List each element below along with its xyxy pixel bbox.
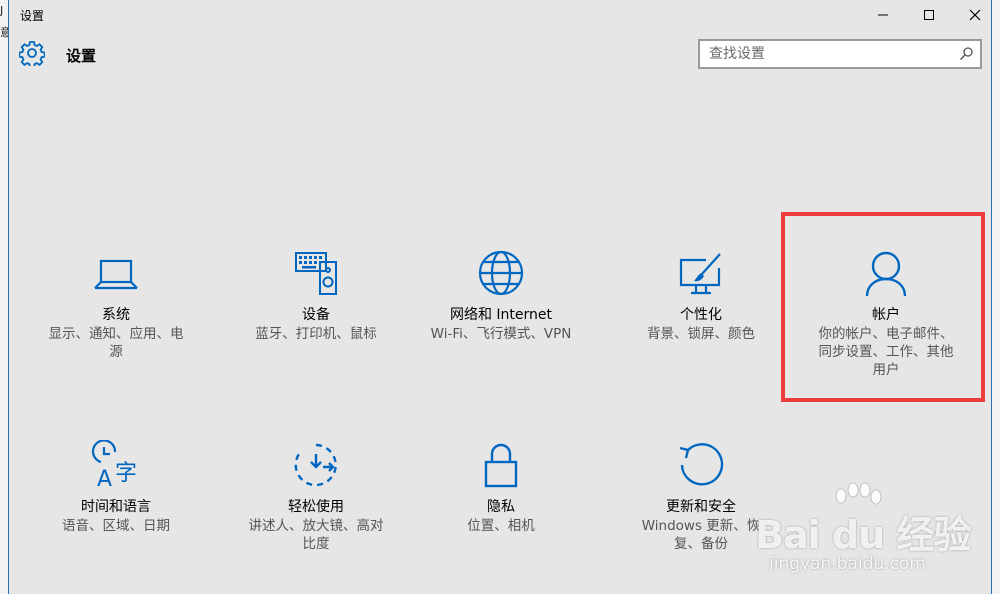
- tile-time-language[interactable]: A 字 时间和语言 语音、区域、日期: [21, 439, 211, 550]
- minimize-icon: [878, 14, 888, 16]
- tile-devices-name: 设备: [302, 307, 330, 323]
- tile-privacy-name: 隐私: [487, 499, 515, 515]
- lock-icon: [484, 443, 518, 488]
- tile-privacy-desc-1: 位置、相机: [467, 518, 535, 534]
- tile-ease-of-access-desc-1: 讲述人、放大镜、高对: [248, 518, 384, 534]
- close-icon: [969, 9, 981, 21]
- tile-devices-desc-1: 蓝牙、打印机、鼠标: [255, 326, 377, 342]
- tile-ease-of-access-name: 轻松使用: [288, 499, 344, 515]
- tile-network[interactable]: 网络和 Internet Wi-Fi、飞行模式、VPN: [406, 248, 596, 358]
- tile-system[interactable]: 系统 显示、通知、应用、电 源: [21, 248, 211, 378]
- tile-system-name: 系统: [102, 307, 130, 323]
- baidu-watermark: Bai du 经验 jingyan.baidu.com: [755, 482, 990, 582]
- watermark-brand: Bai du 经验: [755, 513, 971, 557]
- highlight-box: [781, 212, 985, 402]
- tile-system-desc-2: 源: [109, 344, 123, 360]
- search-box[interactable]: [698, 39, 982, 69]
- window-title: 设置: [20, 9, 45, 23]
- tile-ease-of-access[interactable]: 轻松使用 讲述人、放大镜、高对 比度: [221, 440, 411, 570]
- minimize-button[interactable]: [860, 0, 906, 30]
- tile-personalization-name: 个性化: [680, 307, 722, 323]
- refresh-icon: [679, 443, 724, 486]
- tile-personalization-desc-1: 背景、锁屏、颜色: [647, 326, 755, 342]
- page-title: 设置: [66, 47, 97, 65]
- tile-ease-of-access-desc-2: 比度: [302, 536, 330, 552]
- paintbrush-monitor-icon: [679, 253, 721, 295]
- gear-icon: [19, 41, 45, 66]
- keyboard-speaker-icon: [295, 252, 337, 295]
- svg-text:A: A: [97, 467, 112, 490]
- clock-language-icon: A 字: [91, 439, 137, 492]
- search-input[interactable]: [700, 41, 959, 67]
- tile-time-language-name: 时间和语言: [81, 499, 151, 515]
- tile-time-language-desc-1: 语音、区域、日期: [62, 518, 170, 534]
- svg-text:字: 字: [115, 461, 137, 486]
- timer-arrow-icon: [294, 443, 337, 487]
- maximize-icon: [924, 10, 934, 20]
- tile-system-desc-1: 显示、通知、应用、电: [48, 326, 184, 342]
- tile-network-desc-1: Wi-Fi、飞行模式、VPN: [430, 326, 572, 342]
- watermark-url: jingyan.baidu.com: [769, 554, 926, 574]
- tile-network-name: 网络和 Internet: [449, 307, 553, 323]
- close-button[interactable]: [952, 0, 991, 30]
- maximize-button[interactable]: [906, 0, 952, 30]
- background-text-peek: J: [0, 4, 4, 17]
- laptop-icon: [94, 259, 138, 290]
- search-icon[interactable]: [958, 46, 974, 62]
- tile-privacy[interactable]: 隐私 位置、相机: [406, 440, 596, 550]
- globe-icon: [478, 250, 524, 296]
- tile-personalization[interactable]: 个性化 背景、锁屏、颜色: [606, 248, 796, 358]
- tile-devices[interactable]: 设备 蓝牙、打印机、鼠标: [221, 248, 411, 358]
- title-bar[interactable]: 设置: [9, 0, 991, 30]
